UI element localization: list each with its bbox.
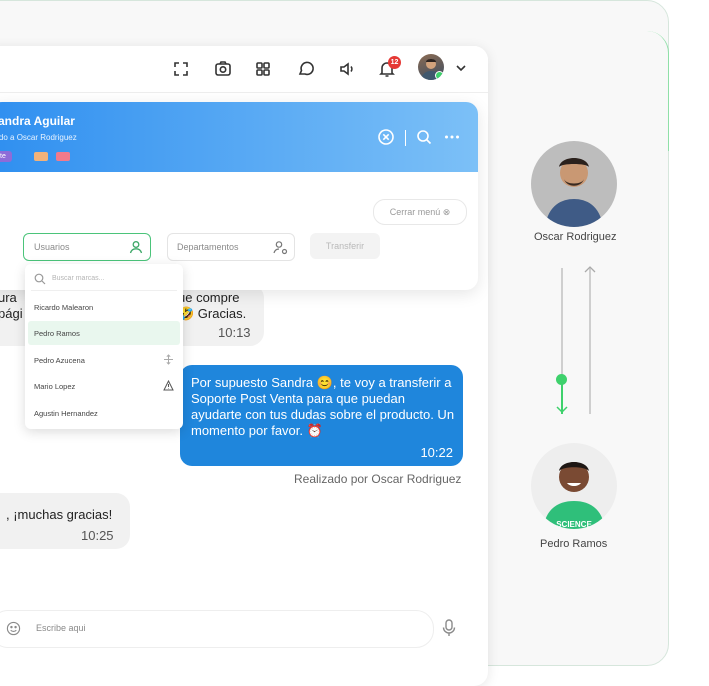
close-circle-icon[interactable] xyxy=(377,128,395,146)
contact-name: Sandra Aguilar xyxy=(0,114,75,128)
search-icon xyxy=(34,273,46,285)
pedro-avatar: SCIENCE xyxy=(531,443,617,529)
dropdown-search-placeholder: Buscar marcas... xyxy=(52,275,105,282)
message-time: 10:22 xyxy=(420,445,453,460)
emoji-icon[interactable] xyxy=(6,621,21,636)
notification-badge: 12 xyxy=(388,56,401,69)
message-time: 10:25 xyxy=(81,528,114,543)
dropdown-item[interactable]: Mario Lopez xyxy=(28,374,180,398)
message-composer[interactable]: Escribe aqui xyxy=(0,610,434,648)
oscar-avatar xyxy=(531,141,617,227)
header-divider xyxy=(405,130,406,146)
departments-placeholder: Departamentos xyxy=(177,242,239,252)
compose-placeholder: Escribe aqui xyxy=(36,623,86,633)
tag-badge: oporte xyxy=(0,151,12,162)
dropdown-search[interactable]: Buscar marcas... xyxy=(31,270,177,291)
tag-orange-badge xyxy=(34,152,48,161)
users-dropdown: Buscar marcas... Ricardo Malearon Pedro … xyxy=(25,264,183,429)
department-user-icon xyxy=(273,241,288,255)
top-bar: 12 xyxy=(0,46,488,93)
transfer-progress-dot xyxy=(556,374,567,385)
message-line: 🤣 Gracias. xyxy=(178,306,247,321)
user-avatar[interactable] xyxy=(418,54,444,80)
to-agent-name: Pedro Ramos xyxy=(540,538,608,550)
from-agent-name: Oscar Rodriguez xyxy=(534,231,617,243)
outgoing-message: Por supuesto Sandra 😊, te voy a transfer… xyxy=(180,365,463,466)
dropdown-item[interactable]: Ricardo Malearon xyxy=(28,295,180,319)
message-line: pági xyxy=(0,306,23,321)
conversation-header: Sandra Aguilar nado a Oscar Rodriguez op… xyxy=(0,102,478,172)
message-line: ue compre xyxy=(178,290,240,305)
dropdown-item[interactable]: Agustin Hernandez xyxy=(28,401,180,425)
message-text: Por supuesto Sandra 😊, te voy a transfer… xyxy=(191,375,455,438)
chevron-down-icon[interactable] xyxy=(454,61,468,75)
tag-red-badge xyxy=(56,152,70,161)
arrow-down-icon xyxy=(556,406,568,414)
users-field[interactable]: Usuarios xyxy=(23,233,151,261)
user-icon xyxy=(129,241,143,254)
dropdown-item-label: Mario Lopez xyxy=(34,382,76,391)
close-menu-label: Cerrar menú xyxy=(389,207,441,217)
assigned-to-label: nado a Oscar Rodriguez xyxy=(0,133,77,142)
close-small-icon: ⊗ xyxy=(442,207,451,217)
arrow-up-icon xyxy=(584,266,596,273)
transfer-button[interactable]: Transferir xyxy=(310,233,380,259)
close-menu-button[interactable]: Cerrar menú ⊗ xyxy=(373,199,467,225)
fullscreen-icon[interactable] xyxy=(171,59,191,79)
dropdown-item[interactable]: Pedro Azucena xyxy=(28,348,180,372)
sent-by-label: Realizado por Oscar Rodriguez xyxy=(294,472,462,486)
users-placeholder: Usuarios xyxy=(34,242,70,252)
departments-field[interactable]: Departamentos xyxy=(167,233,295,261)
transfer-card: Sandra Aguilar nado a Oscar Rodriguez op… xyxy=(0,102,478,290)
chat-bubble-icon[interactable] xyxy=(296,59,316,79)
more-options-icon[interactable] xyxy=(443,128,461,146)
online-status-dot xyxy=(435,71,444,80)
dropdown-item-label: Pedro Ramos xyxy=(34,329,80,338)
transfer-line-up xyxy=(589,268,591,414)
camera-folder-icon[interactable] xyxy=(213,59,233,79)
volume-icon[interactable] xyxy=(337,59,357,79)
message-line: ura xyxy=(0,290,17,305)
grid-icon[interactable] xyxy=(253,59,273,79)
message-time: 10:13 xyxy=(218,325,251,340)
dropdown-item-selected[interactable]: Pedro Ramos xyxy=(28,321,180,345)
dropdown-item-label: Agustin Hernandez xyxy=(34,409,98,418)
dropdown-item-label: Pedro Azucena xyxy=(34,356,85,365)
message-text: , ¡muchas gracias! xyxy=(6,507,113,522)
incoming-message: , ¡muchas gracias! 10:25 xyxy=(0,493,130,549)
warning-icon xyxy=(163,380,174,391)
move-icon xyxy=(164,354,173,365)
dropdown-item-label: Ricardo Malearon xyxy=(34,303,94,312)
search-icon[interactable] xyxy=(415,128,433,146)
microphone-icon[interactable] xyxy=(441,619,457,637)
